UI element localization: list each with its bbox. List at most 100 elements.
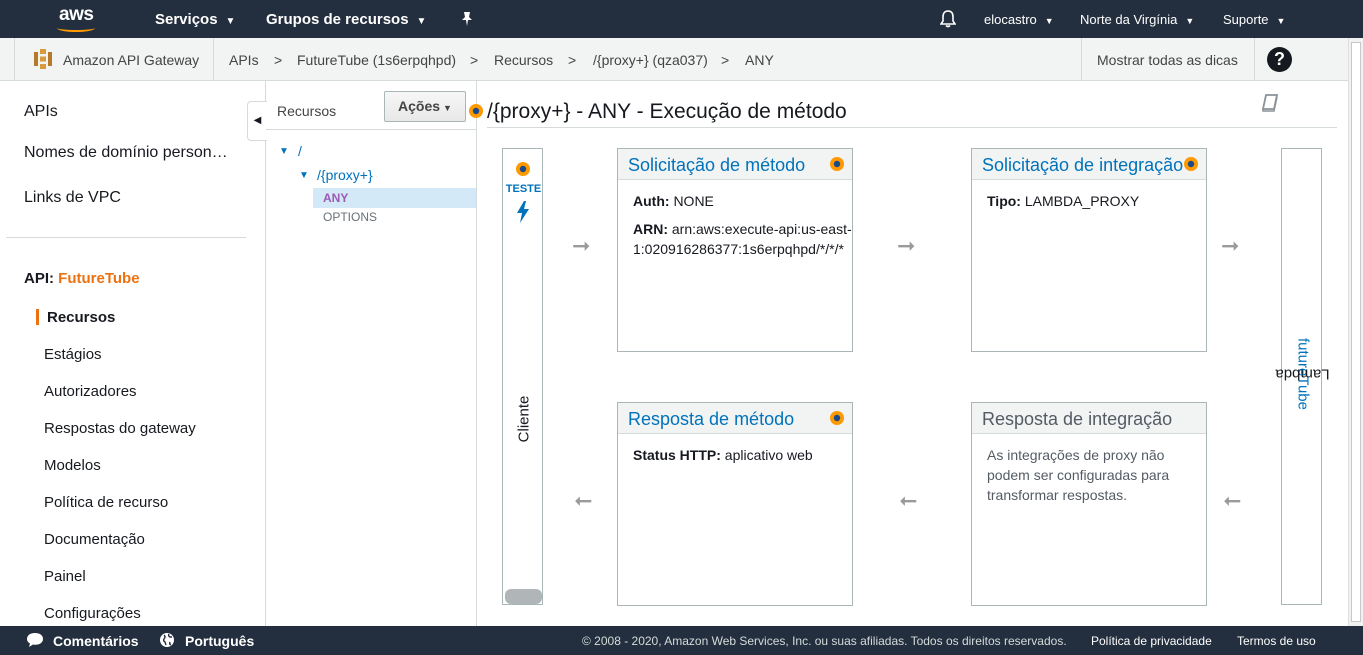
nav-resource-policy[interactable]: Política de recurso [44,494,168,511]
globe-icon [159,632,175,651]
nav-vpc-links[interactable]: Links de VPC [24,189,121,207]
actions-label: Ações [398,98,441,114]
aws-logo-text: aws [59,4,94,25]
info-dot-icon[interactable] [1183,156,1199,177]
status-label: Status HTTP: [633,447,721,463]
proxy-note: As integrações de proxy não podem ser co… [987,447,1170,503]
client-scrollbar[interactable] [505,589,542,604]
collapse-nav-button[interactable]: ◀ [247,101,267,141]
breadcrumb-resource[interactable]: /{proxy+} (qza037) [593,52,708,68]
breadcrumb-bar: Amazon API Gateway APIs > FutureTube (1s… [0,38,1363,81]
aws-smile-icon [57,24,95,32]
test-button[interactable]: TESTE [503,183,544,195]
nav-stages[interactable]: Estágios [44,346,102,363]
page-title: /{proxy+} - ANY - Execução de método [487,100,847,123]
tree-node-any[interactable]: ANY [313,188,476,208]
nav-apis[interactable]: APIs [24,103,58,121]
show-tips-button[interactable]: Mostrar todas as dicas [1081,38,1255,81]
service-name: Amazon API Gateway [63,52,200,68]
auth-label: Auth: [633,193,670,209]
aws-logo[interactable]: aws [57,4,99,34]
arrow-left-icon: ➞ [899,488,918,513]
breadcrumb-method: ANY [745,52,774,68]
nav-custom-domains[interactable]: Nomes de domínio person… [24,144,228,162]
resource-groups-menu[interactable]: Grupos de recursos ▼ [266,11,426,28]
breadcrumb-separator: > [274,52,283,68]
method-request-card: Solicitação de método Auth: NONE ARN: ar… [617,148,853,352]
support-label: Suporte [1223,12,1269,27]
arrow-right-icon: ➞ [897,233,916,258]
page-scrollbar[interactable] [1348,38,1363,626]
api-name[interactable]: FutureTube [58,270,139,287]
nav-authorizers[interactable]: Autorizadores [44,383,137,400]
resource-groups-label: Grupos de recursos [266,11,409,28]
support-menu[interactable]: Suporte ▼ [1223,12,1285,27]
scrollbar-thumb[interactable] [1351,42,1361,622]
language-selector[interactable]: Português [185,633,254,649]
bell-icon[interactable] [939,10,957,33]
nav-dashboard[interactable]: Painel [44,568,86,585]
nav-resources[interactable]: Recursos [47,309,115,326]
arrow-right-icon: ➞ [1221,233,1240,258]
status-value: aplicativo web [724,447,813,463]
service-home-link[interactable]: Amazon API Gateway [14,38,214,81]
tree-node-options[interactable]: OPTIONS [323,210,377,224]
lambda-column: Lambda futureTube [1275,148,1330,605]
active-indicator [36,309,39,325]
breadcrumb-resources[interactable]: Recursos [494,52,553,68]
integration-request-header: Solicitação de integração [972,149,1206,180]
top-navigation: aws Serviços ▼ Grupos de recursos ▼ elocas… [0,0,1363,38]
actions-dropdown-button[interactable]: Ações ▼ [384,91,466,122]
expand-triangle-icon[interactable]: ▼ [299,170,309,181]
integration-response-title: Resposta de integração [982,409,1173,429]
api-prefix: API: [24,270,54,287]
info-dot-icon[interactable] [515,161,531,182]
client-column: TESTE Cliente [502,148,543,605]
method-request-link[interactable]: Solicitação de método [628,155,805,176]
breadcrumb-api[interactable]: FutureTube (1s6erpqhpd) [297,52,456,68]
nav-documentation[interactable]: Documentação [44,531,145,548]
breadcrumb-separator: > [470,52,479,68]
current-api-label: API: FutureTube [24,270,140,287]
pin-icon[interactable] [460,11,474,32]
tree-node-root[interactable]: / [298,143,302,159]
user-menu[interactable]: elocastro ▼ [984,12,1054,27]
feedback-link[interactable]: Comentários [53,633,139,649]
method-response-body: Status HTTP: aplicativo web [633,445,855,465]
api-gateway-icon [32,48,54,70]
method-request-header: Solicitação de método [618,149,852,180]
expand-triangle-icon[interactable]: ▼ [279,146,289,157]
lightning-bolt-icon[interactable] [515,201,531,228]
show-tips-label: Mostrar todas as dicas [1097,52,1238,68]
method-response-card: Resposta de método Status HTTP: aplicati… [617,402,853,606]
chevron-down-icon: ▼ [1044,16,1054,26]
method-response-header: Resposta de método [618,403,852,434]
method-response-link[interactable]: Resposta de método [628,409,794,430]
info-dot-icon[interactable] [829,156,845,177]
nav-gateway-responses[interactable]: Respostas do gateway [44,420,196,437]
services-menu[interactable]: Serviços ▼ [155,11,235,28]
nav-models[interactable]: Modelos [44,457,101,474]
privacy-link[interactable]: Política de privacidade [1091,634,1212,648]
method-execution-panel: /{proxy+} - ANY - Execução de método TES… [478,81,1348,626]
caret-down-icon: ▼ [443,103,452,113]
arrow-left-icon: ➞ [574,488,593,513]
info-dot-icon[interactable] [829,410,845,431]
resources-panel: Recursos Ações ▼ ▼ / ▼ /{proxy+} ANY OPTI… [266,81,483,626]
book-icon[interactable] [1260,93,1280,118]
nav-settings[interactable]: Configurações [44,605,141,622]
integration-response-body: As integrações de proxy não podem ser co… [987,445,1187,505]
chevron-down-icon: ▼ [225,16,236,27]
left-navigation: APIs Nomes de domínio person… Links de V… [0,81,266,626]
nav-divider [6,237,246,238]
tree-node-proxy[interactable]: /{proxy+} [317,167,373,183]
terms-link[interactable]: Termos de uso [1237,634,1316,648]
chevron-down-icon: ▼ [1276,16,1286,26]
lambda-label: Lambda futureTube [1275,338,1330,410]
help-icon[interactable]: ? [1267,47,1292,72]
region-menu[interactable]: Norte da Virgínia ▼ [1080,12,1194,27]
arrow-left-icon: ➞ [1223,488,1242,513]
type-value: LAMBDA_PROXY [1024,193,1140,209]
integration-request-link[interactable]: Solicitação de integração [982,155,1183,176]
breadcrumb-apis[interactable]: APIs [229,52,259,68]
